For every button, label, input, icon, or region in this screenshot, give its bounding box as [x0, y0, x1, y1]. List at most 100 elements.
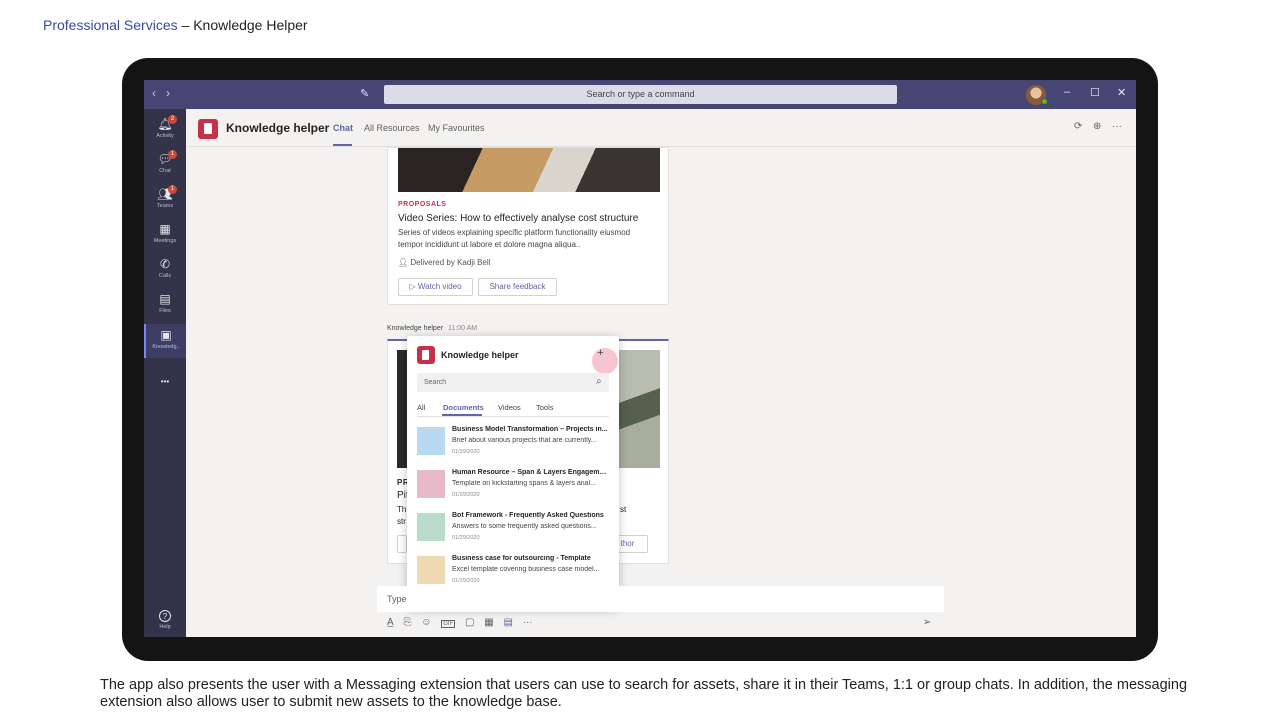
document-title: Business case for outsourcing - Template — [452, 555, 591, 562]
document-description: Answers to some frequently asked questio… — [452, 523, 597, 530]
rail-item-label: Chat — [159, 168, 171, 174]
card-description-line1: Series of videos explaining specific pla… — [398, 228, 631, 237]
popup-title: Knowledge helper — [441, 350, 519, 360]
card-image-right — [618, 350, 660, 468]
app-header: Knowledge helper Chat All Resources My F… — [186, 109, 1136, 147]
rail-item-activity[interactable]: 🔔︎ 2 Activity — [144, 113, 186, 147]
knowledge-extension-icon[interactable]: ▤ — [503, 617, 512, 628]
popup-search-input[interactable]: Search — [417, 373, 609, 392]
tab-all-resources[interactable]: All Resources — [364, 123, 420, 133]
nav-arrows: ‹› — [152, 86, 180, 100]
gif-icon[interactable]: GIF — [441, 620, 456, 628]
card-desc-fragment-1: Th — [397, 505, 407, 514]
rail-item-help[interactable]: ? Help — [144, 606, 186, 637]
document-title: Human Resource – Span & Layers Engageme.… — [452, 469, 609, 476]
teams-window: ‹› ✎ Search or type a command – ☐ ✕ 🔔︎ 2… — [144, 80, 1136, 637]
file-icon: ▤ — [159, 292, 171, 306]
document-date: 01/29/2020 — [452, 535, 480, 541]
popup-tab-documents[interactable]: Documents — [443, 403, 484, 412]
close-button[interactable]: ✕ — [1117, 86, 1126, 99]
message-time: 11:00 AM — [448, 325, 478, 332]
document-description: Excel template covering business case mo… — [452, 566, 600, 573]
meet-icon[interactable]: ▦ — [484, 617, 493, 628]
send-icon[interactable]: ➢ — [923, 617, 931, 628]
chat-badge: 1 — [168, 150, 177, 159]
more-options-icon[interactable]: ··· — [1112, 121, 1122, 132]
popup-tab-videos[interactable]: Videos — [498, 403, 521, 412]
slide-subtitle: – Knowledge Helper — [177, 17, 308, 33]
card-title: Video Series: How to effectively analyse… — [398, 213, 639, 224]
rail-item-label: Knowledg.. — [152, 344, 180, 350]
popup-tab-tools[interactable]: Tools — [536, 403, 554, 412]
document-thumbnail — [417, 470, 445, 498]
rail-item-label: Activity — [156, 133, 174, 139]
tab-my-favourites[interactable]: My Favourites — [428, 123, 485, 133]
rail-item-label: Files — [159, 308, 171, 314]
document-title: Bot Framework - Frequently Asked Questio… — [452, 512, 604, 519]
command-search-input[interactable]: Search or type a command — [384, 85, 897, 104]
person-icon: 👤︎ — [398, 258, 411, 267]
chat-icon: 💬︎ — [157, 152, 173, 166]
knowledge-helper-icon — [198, 119, 218, 139]
rail-item-calls[interactable]: ✆ Calls — [144, 253, 186, 287]
refresh-icon[interactable]: ⟳ — [1074, 121, 1082, 132]
delivered-by-text: Delivered by Kadji Bell — [410, 258, 491, 267]
rail-item-chat[interactable]: 💬︎ 1 Chat — [144, 148, 186, 182]
maximize-button[interactable]: ☐ — [1090, 86, 1100, 99]
document-thumbnail — [417, 556, 445, 584]
active-tab-indicator — [333, 144, 352, 146]
tab-divider — [417, 416, 609, 417]
popup-tab-all[interactable]: All — [417, 403, 425, 412]
document-date: 01/29/2020 — [452, 492, 480, 498]
minimize-button[interactable]: – — [1064, 86, 1070, 98]
document-thumbnail — [417, 513, 445, 541]
message-sender: Knowledge helper — [387, 325, 444, 332]
card-category: PROPOSALS — [398, 201, 447, 208]
document-date: 01/29/2020 — [452, 578, 480, 584]
rail-item-meetings[interactable]: ▦ Meetings — [144, 218, 186, 252]
rail-item-label: Calls — [158, 273, 172, 279]
knowledge-helper-icon — [417, 346, 435, 364]
share-feedback-button[interactable]: Share feedback — [478, 278, 557, 296]
more-extensions-icon[interactable]: ··· — [523, 617, 533, 628]
document-thumbnail — [417, 427, 445, 455]
title-bar: ‹› ✎ Search or type a command – ☐ ✕ — [144, 80, 1136, 109]
compose-box[interactable]: Type — [377, 586, 944, 612]
sticker-icon[interactable]: ▢ — [465, 617, 474, 628]
document-list-item[interactable]: Bot Framework - Frequently Asked Questio… — [417, 509, 609, 549]
forward-arrow-icon[interactable]: › — [166, 86, 180, 100]
document-list-item[interactable]: Human Resource – Span & Layers Engageme.… — [417, 466, 609, 506]
compose-placeholder: Type — [387, 594, 407, 604]
calendar-icon: ▦ — [159, 222, 171, 236]
document-description: Brief about various projects that are cu… — [452, 437, 597, 444]
slide-title: Professional Services – Knowledge Helper — [43, 17, 308, 33]
search-icon[interactable]: ⌕ — [596, 376, 602, 387]
emoji-icon[interactable]: ☺ — [421, 617, 431, 628]
card-button-left-fragment[interactable] — [397, 535, 407, 553]
app-title: Knowledge helper — [226, 121, 330, 135]
help-icon: ? — [159, 610, 171, 622]
document-list-item[interactable]: Business Model Transformation – Projects… — [417, 423, 609, 463]
activity-badge: 2 — [168, 115, 177, 124]
add-asset-plus-icon[interactable]: + — [594, 347, 607, 360]
back-arrow-icon[interactable]: ‹ — [152, 86, 166, 100]
watch-video-button[interactable]: ▷ Watch video — [398, 278, 473, 296]
card-desc-fragment-2: str — [397, 517, 406, 526]
teams-icon: 👥︎ — [157, 187, 173, 201]
card-image — [398, 148, 660, 192]
rail-item-teams[interactable]: 👥︎ 1 Teams — [144, 183, 186, 217]
new-chat-icon[interactable]: ✎ — [360, 87, 374, 101]
active-popup-tab-indicator — [442, 414, 482, 416]
more-icon: ••• — [160, 377, 170, 386]
rail-item-files[interactable]: ▤ Files — [144, 288, 186, 322]
tab-chat[interactable]: Chat — [333, 123, 353, 133]
slide-brand: Professional Services — [43, 17, 178, 33]
globe-icon[interactable]: ⊕ — [1093, 121, 1101, 132]
format-icon[interactable]: A̲ — [387, 617, 394, 628]
rail-more-apps[interactable]: ••• — [144, 369, 186, 403]
messaging-extension-popup: Knowledge helper + Search ⌕ All Document… — [407, 336, 619, 608]
rail-item-knowledge[interactable]: ▣ Knowledg.. — [144, 324, 186, 358]
slide-caption: The app also presents the user with a Me… — [100, 677, 1188, 710]
attach-icon[interactable]: ⎘ — [403, 617, 411, 628]
teams-badge: 1 — [168, 185, 177, 194]
